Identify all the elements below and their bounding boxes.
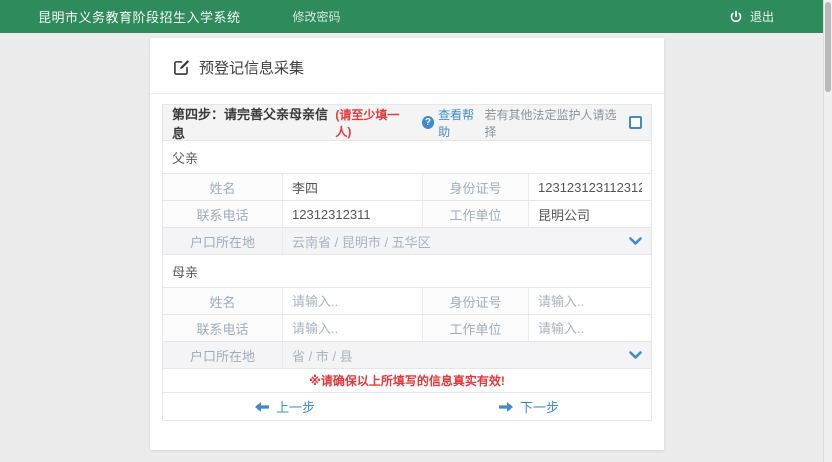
- mother-work-cell: [529, 315, 651, 341]
- other-guardian-checkbox[interactable]: [629, 116, 642, 129]
- father-residence-value: 云南省 / 昆明市 / 五华区: [292, 232, 431, 251]
- next-step-button[interactable]: 下一步: [407, 393, 651, 420]
- mother-id-input[interactable]: [529, 289, 651, 313]
- other-guardian-option: 若有其他法定监护人请选择: [484, 106, 642, 140]
- chevron-down-icon: [629, 351, 642, 360]
- edit-icon: [173, 59, 190, 76]
- father-id-label: 身份证号: [423, 174, 529, 200]
- mother-row-phone-work: 联系电话 工作单位: [163, 315, 651, 342]
- father-phone-cell: [283, 201, 423, 227]
- view-help-label: 查看帮助: [438, 106, 484, 140]
- mother-residence-select[interactable]: 省 / 市 / 县: [283, 342, 651, 368]
- mother-id-cell: [529, 288, 651, 314]
- step-title: 第四步：请完善父亲母亲信息: [172, 104, 335, 142]
- father-name-cell: [283, 174, 423, 200]
- main-card: 预登记信息采集 第四步：请完善父亲母亲信息 (请至少填一人) ? 查看帮助 若有…: [150, 38, 664, 450]
- mother-work-label: 工作单位: [423, 315, 529, 341]
- father-row-name-id: 姓名 身份证号: [163, 174, 651, 201]
- logout-label: 退出: [750, 8, 774, 25]
- father-work-label: 工作单位: [423, 201, 529, 227]
- top-navbar: 昆明市义务教育阶段招生入学系统 修改密码 退出: [0, 0, 832, 33]
- page-title-text: 预登记信息采集: [199, 57, 304, 78]
- prev-step-label: 上一步: [276, 397, 315, 416]
- chevron-down-icon: [629, 237, 642, 246]
- mother-name-input[interactable]: [283, 289, 422, 313]
- arrow-right-icon: [499, 402, 513, 412]
- father-id-input[interactable]: [529, 175, 651, 199]
- vertical-scrollbar[interactable]: [823, 0, 832, 462]
- mother-phone-input[interactable]: [283, 316, 422, 340]
- mother-residence-placeholder: 省 / 市 / 县: [292, 346, 353, 365]
- change-password-link[interactable]: 修改密码: [293, 8, 341, 25]
- mother-phone-cell: [283, 315, 423, 341]
- question-circle-icon: ?: [422, 116, 435, 129]
- step-hint: (请至少填一人): [335, 106, 412, 140]
- father-id-cell: [529, 174, 651, 200]
- prev-step-button[interactable]: 上一步: [163, 393, 407, 420]
- arrow-left-icon: [255, 402, 269, 412]
- father-phone-label: 联系电话: [163, 201, 283, 227]
- father-name-input[interactable]: [283, 175, 422, 199]
- father-residence-label: 户口所在地: [163, 228, 283, 254]
- father-work-input[interactable]: [529, 202, 651, 226]
- father-work-cell: [529, 201, 651, 227]
- mother-section-header: 母亲: [163, 255, 651, 288]
- mother-name-cell: [283, 288, 423, 314]
- mother-id-label: 身份证号: [423, 288, 529, 314]
- father-row-phone-work: 联系电话 工作单位: [163, 201, 651, 228]
- father-section-header: 父亲: [163, 141, 651, 174]
- step-header: 第四步：请完善父亲母亲信息 (请至少填一人) ? 查看帮助 若有其他法定监护人请…: [163, 105, 651, 141]
- app-title[interactable]: 昆明市义务教育阶段招生入学系统: [38, 7, 241, 26]
- page-title: 预登记信息采集: [150, 38, 664, 94]
- parent-info-form: 第四步：请完善父亲母亲信息 (请至少填一人) ? 查看帮助 若有其他法定监护人请…: [162, 104, 652, 421]
- mother-name-label: 姓名: [163, 288, 283, 314]
- mother-row-residence: 户口所在地 省 / 市 / 县: [163, 342, 651, 369]
- father-phone-input[interactable]: [283, 202, 422, 226]
- father-residence-select[interactable]: 云南省 / 昆明市 / 五华区: [283, 228, 651, 254]
- father-row-residence: 户口所在地 云南省 / 昆明市 / 五华区: [163, 228, 651, 255]
- validity-warning: ※请确保以上所填写的信息真实有效!: [163, 369, 651, 393]
- view-help-link[interactable]: ? 查看帮助: [422, 106, 485, 140]
- mother-residence-label: 户口所在地: [163, 342, 283, 368]
- step-navigation: 上一步 下一步: [163, 393, 651, 420]
- next-step-label: 下一步: [520, 397, 559, 416]
- mother-work-input[interactable]: [529, 316, 651, 340]
- other-guardian-label: 若有其他法定监护人请选择: [484, 106, 623, 140]
- power-icon: [729, 10, 743, 24]
- scrollbar-thumb[interactable]: [825, 2, 831, 92]
- logout-button[interactable]: 退出: [729, 8, 774, 25]
- father-name-label: 姓名: [163, 174, 283, 200]
- mother-row-name-id: 姓名 身份证号: [163, 288, 651, 315]
- mother-phone-label: 联系电话: [163, 315, 283, 341]
